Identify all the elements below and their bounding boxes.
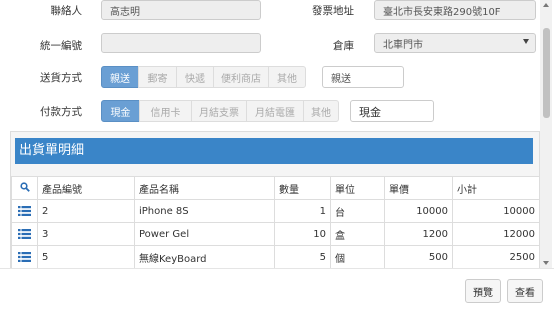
tax-id-field[interactable]	[101, 33, 261, 53]
search-column-header[interactable]	[11, 176, 38, 200]
cell-unit: 台	[330, 199, 385, 223]
scroll-down-arrow-icon[interactable]	[543, 261, 549, 265]
warehouse-label: 倉庫	[333, 40, 354, 52]
table-row[interactable]: 5 無線KeyBoard 5 個 500 2500	[11, 245, 539, 269]
payment-option-other[interactable]: 其他	[303, 100, 339, 122]
cell-quantity: 10	[274, 222, 331, 246]
tax-id-label: 統一編號	[40, 40, 82, 52]
payment-option-cash[interactable]: 現金	[101, 100, 140, 122]
cell-unit: 盒	[330, 222, 385, 246]
row-menu-cell[interactable]	[11, 222, 38, 246]
cell-unit: 個	[330, 245, 385, 269]
caret-down-icon	[523, 39, 529, 44]
shipping-option-express[interactable]: 快遞	[176, 66, 214, 88]
row-menu-cell[interactable]	[11, 199, 38, 223]
warehouse-value: 北車門市	[383, 40, 423, 51]
search-icon[interactable]	[19, 181, 30, 192]
shipping-option-convenience-store[interactable]: 便利商店	[213, 66, 269, 88]
row-menu-cell[interactable]	[11, 245, 38, 269]
scrollbar-thumb[interactable]	[543, 28, 550, 118]
cell-product-code: 2	[37, 199, 135, 223]
cell-product-name: 無線KeyBoard	[134, 245, 275, 269]
list-icon[interactable]	[18, 228, 31, 239]
preview-button[interactable]: 預覽	[465, 279, 501, 303]
shipment-table: 產品編號 產品名稱 數量 單位 單價 小計 2 iPhone 8S 1 台 10…	[11, 176, 539, 269]
cell-subtotal: 2500	[452, 245, 539, 269]
warehouse-select[interactable]: 北車門市	[374, 33, 536, 53]
cell-unit-price: 500	[384, 245, 453, 269]
cell-subtotal: 10000	[452, 199, 539, 223]
column-header-unit-price[interactable]: 單價	[384, 176, 453, 200]
table-row[interactable]: 3 Power Gel 10 盒 1200 12000	[11, 222, 539, 246]
cell-unit-price: 1200	[384, 222, 453, 246]
shipping-option-other[interactable]: 其他	[268, 66, 306, 88]
cell-product-name: Power Gel	[134, 222, 275, 246]
column-header-product-name[interactable]: 產品名稱	[134, 176, 275, 200]
invoice-address-field[interactable]: 臺北市長安東路290號10F	[374, 0, 536, 20]
payment-option-monthly-wire[interactable]: 月結電匯	[246, 100, 304, 122]
shipping-method-group: 親送 郵寄 快遞 便利商店 其他	[101, 66, 306, 88]
cell-unit-price: 10000	[384, 199, 453, 223]
table-header-row: 產品編號 產品名稱 數量 單位 單價 小計	[11, 176, 539, 200]
cell-subtotal: 12000	[452, 222, 539, 246]
cell-product-code: 5	[37, 245, 135, 269]
list-icon[interactable]	[18, 205, 31, 216]
view-button[interactable]: 查看	[507, 279, 543, 303]
shipping-option-self-delivery[interactable]: 親送	[101, 66, 139, 88]
payment-option-credit-card[interactable]: 信用卡	[139, 100, 192, 122]
column-header-quantity[interactable]: 數量	[274, 176, 331, 200]
payment-value-field[interactable]: 現金	[350, 100, 434, 122]
shipping-option-mail[interactable]: 郵寄	[138, 66, 177, 88]
scroll-up-arrow-icon[interactable]	[543, 3, 549, 7]
list-icon[interactable]	[18, 251, 31, 262]
cell-quantity: 1	[274, 199, 331, 223]
shipment-detail-title: 出貨單明細	[15, 138, 533, 164]
contact-field[interactable]: 高志明	[101, 0, 261, 20]
payment-method-group: 現金 信用卡 月結支票 月結電匯 其他	[101, 100, 339, 122]
cell-quantity: 5	[274, 245, 331, 269]
table-row[interactable]: 2 iPhone 8S 1 台 10000 10000	[11, 199, 539, 223]
payment-label: 付款方式	[40, 106, 82, 118]
shipment-detail-panel: 出貨單明細 產品編號 產品名稱 數量 單位 單價 小計 2 iPhone 8S	[10, 131, 540, 270]
column-header-product-code[interactable]: 產品編號	[37, 176, 135, 200]
payment-option-monthly-check[interactable]: 月結支票	[191, 100, 247, 122]
contact-label: 聯絡人	[50, 5, 83, 17]
cell-product-name: iPhone 8S	[134, 199, 275, 223]
shipping-label: 送貨方式	[40, 72, 82, 84]
shipping-value-field[interactable]: 親送	[322, 66, 404, 88]
column-header-unit[interactable]: 單位	[330, 176, 385, 200]
cell-product-code: 3	[37, 222, 135, 246]
invoice-address-label: 發票地址	[312, 5, 354, 17]
column-header-subtotal[interactable]: 小計	[452, 176, 539, 200]
modal-footer: 預覽 查看	[0, 268, 554, 311]
